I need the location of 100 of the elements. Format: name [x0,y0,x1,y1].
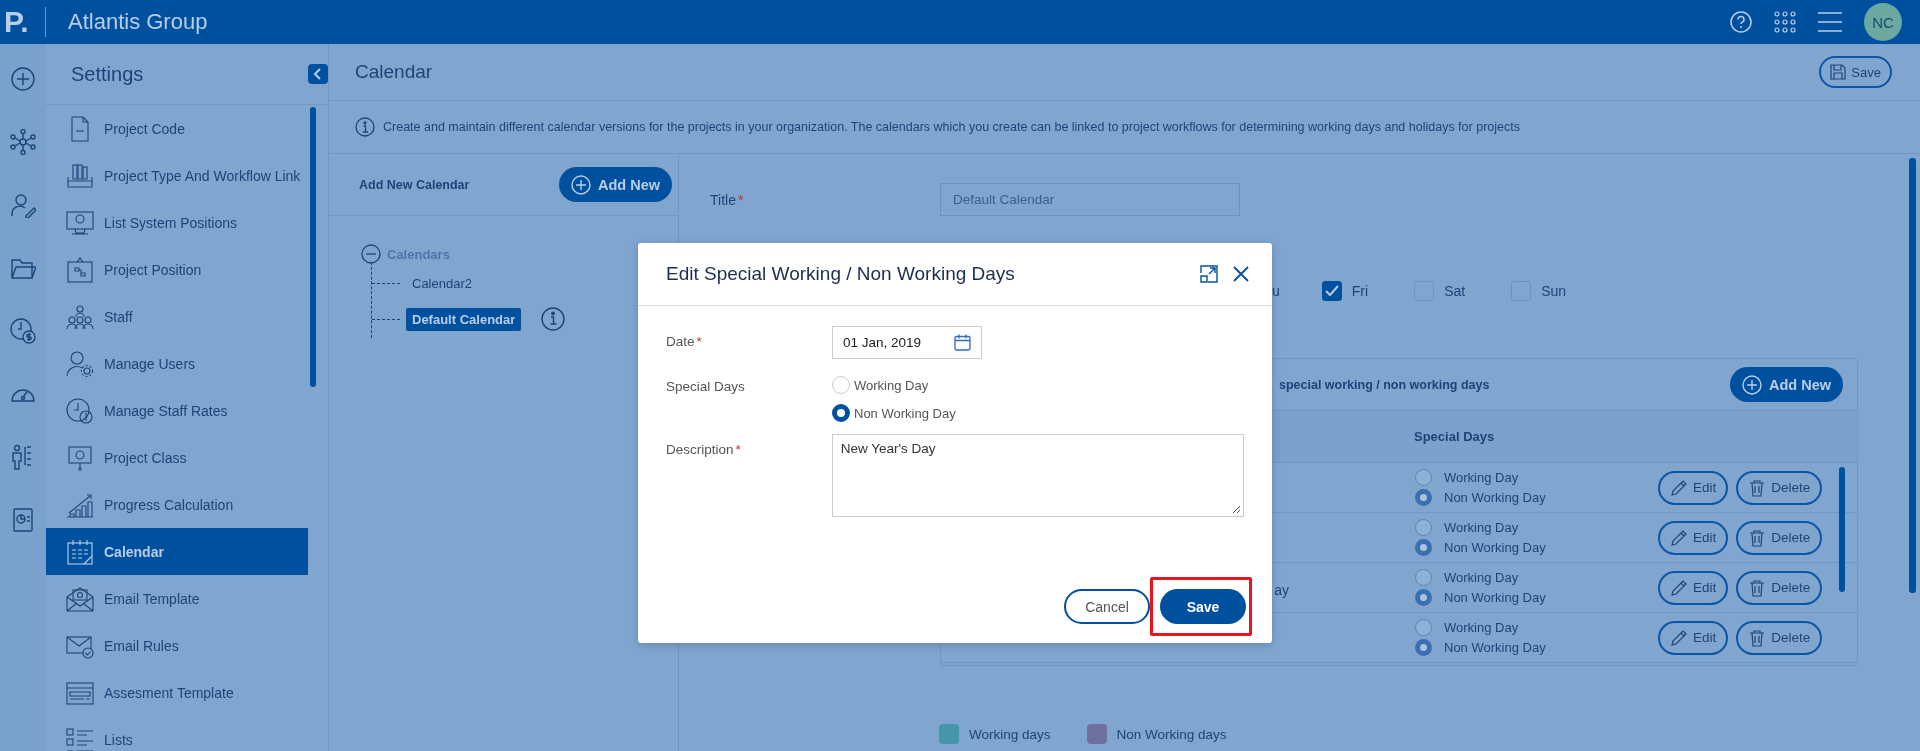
radio-button[interactable] [1415,539,1432,556]
settings-item[interactable]: Assesment Template [46,669,308,716]
checkbox[interactable] [1321,281,1342,301]
trash-icon [1748,478,1767,497]
delete-button[interactable]: Delete [1736,470,1823,505]
legend-label: Working days [969,726,1051,742]
delete-button[interactable]: Delete [1736,620,1823,655]
date-field[interactable]: 01 Jan, 2019 [832,326,982,359]
delete-button[interactable]: Delete [1736,520,1823,555]
user-gear-icon [66,350,94,377]
calendar-icon[interactable] [954,334,971,351]
legend-label: Non Working days [1116,726,1227,742]
scrollbar[interactable] [1839,467,1845,592]
edit-button[interactable]: Edit [1658,570,1729,605]
report-icon[interactable] [10,507,36,533]
radio-button[interactable] [1415,569,1432,586]
pencil-icon [1670,628,1688,647]
description-field[interactable]: New Year's Day [831,434,1244,517]
edit-button[interactable]: Edit [1658,470,1729,505]
weekday-label: Fri [1351,283,1369,299]
save-button[interactable]: Save [1160,589,1246,624]
people-hierarchy-icon [66,303,94,330]
settings-item[interactable]: Lists [46,716,308,751]
radio-label: Working Day [1444,570,1519,585]
settings-item[interactable]: Staff [46,293,308,340]
list-icon [66,726,94,751]
radio-label: Non Working Day [1444,640,1546,655]
add-new-button[interactable]: Add New [558,167,672,202]
trash-icon [1748,628,1767,647]
settings-item[interactable]: Email Rules [46,622,308,669]
app-title: Atlantis Group [68,9,208,35]
resize-handle-icon[interactable] [1231,504,1241,514]
user-avatar[interactable]: NC [1864,3,1902,41]
tree-item[interactable]: Default Calendar [406,307,522,331]
radio-label: Working Day [1444,520,1519,535]
radio-button[interactable] [1415,619,1432,636]
radio-label: Working Day [1444,620,1519,635]
radio-button[interactable] [1415,589,1432,606]
collapse-icon[interactable] [361,244,381,264]
radio-label: Working Day [854,377,929,393]
pencil-icon [1670,578,1688,597]
expand-icon[interactable] [1200,265,1218,283]
settings-item[interactable]: Project Code [46,105,308,152]
title-field[interactable]: Default Calendar [940,183,1240,216]
settings-item[interactable]: Manage Users [46,340,308,387]
info-icon[interactable] [541,307,566,331]
settings-item[interactable]: Project Class [46,434,308,481]
add-new-button[interactable]: Add New [1729,367,1843,402]
settings-item[interactable]: Calendar [46,528,308,575]
radio-label: Non Working Day [854,405,956,421]
envelope-icon [66,585,94,612]
help-icon[interactable] [1730,11,1752,33]
section-title: special working / non working days [1279,377,1490,392]
settings-item[interactable]: Manage Staff Rates [46,387,308,434]
plus-circle-icon[interactable] [10,66,36,92]
radio-button[interactable] [1415,639,1432,656]
settings-item[interactable]: Project Type And Workflow Link [46,152,308,199]
edit-button[interactable]: Edit [1658,520,1729,555]
calendar-icon [66,538,94,565]
menu-icon[interactable] [1818,11,1842,33]
settings-item[interactable]: Progress Calculation [46,481,308,528]
clock-dollar-icon[interactable] [10,318,36,344]
radio-button[interactable] [1415,489,1432,506]
radio-button[interactable] [1415,469,1432,486]
tree-item[interactable]: Calendar2 [406,271,478,295]
trash-icon [1748,578,1767,597]
column-header: Special Days [1414,429,1495,444]
cancel-button[interactable]: Cancel [1064,589,1150,624]
user-pen-icon[interactable] [10,192,36,218]
dialog-title: Edit Special Working / Non Working Days [666,263,1015,285]
settings-item[interactable]: Project Position [46,246,308,293]
collapse-button[interactable] [308,64,328,84]
logo: P. [0,7,46,37]
save-icon [1830,64,1847,80]
delete-button[interactable]: Delete [1736,570,1823,605]
info-icon [355,117,375,137]
plus-circle-icon [1741,374,1762,395]
field-label: Date* [666,333,703,351]
board-icon [66,256,94,283]
page-title: Calendar [355,61,433,83]
panel-title: Settings [71,62,144,86]
radio-button[interactable] [1415,519,1432,536]
plus-circle-icon [570,174,591,195]
edit-button[interactable]: Edit [1658,620,1729,655]
network-icon[interactable] [10,129,36,155]
apps-grid-icon[interactable] [1774,11,1796,33]
scrollbar[interactable] [1909,158,1916,593]
radio-label: Non Working Day [1444,540,1546,555]
table-cell: ay [1274,582,1289,598]
field-label: Special Days [666,378,746,396]
field-label: Title* [710,191,745,208]
bar-chart-icon [66,491,94,518]
settings-item[interactable]: Email Template [46,575,308,622]
radio-button[interactable] [832,404,850,422]
settings-item[interactable]: List System Positions [46,199,308,246]
close-icon[interactable] [1232,265,1250,283]
monitor-icon [66,209,94,236]
weekday-label: Sat [1444,283,1466,299]
scrollbar[interactable] [310,107,316,387]
save-button[interactable]: Save [1819,56,1892,88]
